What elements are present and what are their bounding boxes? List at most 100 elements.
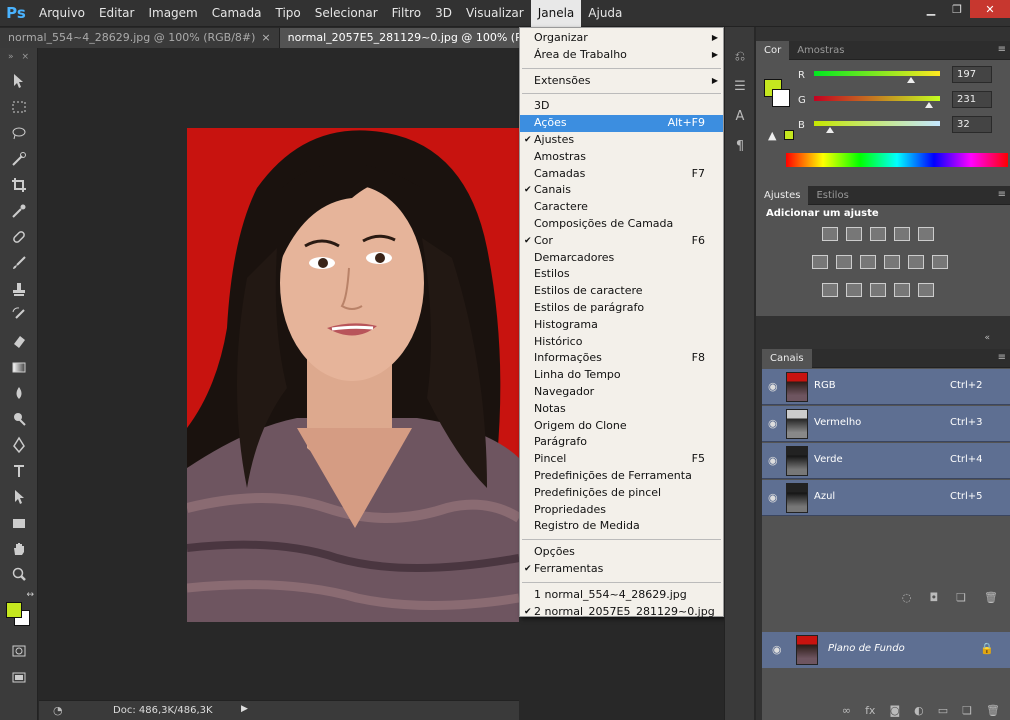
color-balance-icon[interactable]: [836, 255, 852, 269]
menu-item[interactable]: Camadas F7: [520, 166, 723, 183]
posterize-icon[interactable]: [846, 283, 862, 297]
menu-camada[interactable]: Camada: [205, 0, 269, 27]
load-selection-icon[interactable]: ◌: [902, 591, 912, 604]
gradient-map-icon[interactable]: [894, 283, 910, 297]
layer-style-icon[interactable]: fx: [865, 704, 875, 717]
tab-canais[interactable]: Canais: [762, 348, 812, 368]
curves-icon[interactable]: [870, 227, 886, 241]
menu-item[interactable]: Notas: [520, 401, 723, 418]
foreground-color-swatch[interactable]: [6, 602, 22, 618]
vibrance-icon[interactable]: [918, 227, 934, 241]
black-white-icon[interactable]: [860, 255, 876, 269]
menu-item[interactable]: Pincel F5: [520, 451, 723, 468]
menu-item[interactable]: Opções: [520, 544, 723, 561]
hand-tool-icon[interactable]: [0, 536, 38, 562]
invert-icon[interactable]: [822, 283, 838, 297]
quick-mask-icon[interactable]: [0, 638, 38, 664]
clone-stamp-tool-icon[interactable]: [0, 276, 38, 302]
slider-thumb[interactable]: [826, 127, 835, 133]
path-selection-tool-icon[interactable]: [0, 484, 38, 510]
menu-item[interactable]: Composições de Camada: [520, 216, 723, 233]
eyedropper-tool-icon[interactable]: [0, 198, 38, 224]
character-panel-icon[interactable]: A: [725, 101, 755, 131]
pen-tool-icon[interactable]: [0, 432, 38, 458]
visibility-eye-icon[interactable]: ◉: [768, 417, 778, 430]
slider-g[interactable]: G 231: [786, 91, 1010, 112]
menu-item[interactable]: Registro de Medida: [520, 518, 723, 535]
menu-visualizar[interactable]: Visualizar: [459, 0, 531, 27]
menu-imagem[interactable]: Imagem: [141, 0, 204, 27]
close-tab-icon[interactable]: ×: [261, 31, 270, 44]
menu-item[interactable]: Linha do Tempo: [520, 367, 723, 384]
blur-tool-icon[interactable]: [0, 380, 38, 406]
menu-item[interactable]: ✔ 2 normal_2057E5_281129~0.jpg: [520, 604, 723, 621]
layer-row-background[interactable]: ◉ Plano de Fundo 🔒: [762, 632, 1010, 668]
menu-ajuda[interactable]: Ajuda: [581, 0, 629, 27]
menu-item[interactable]: ✔ Cor F6: [520, 233, 723, 250]
minimize-icon[interactable]: ▁: [918, 0, 944, 18]
link-layers-icon[interactable]: ∞: [842, 704, 851, 717]
menu-item[interactable]: Ações Alt+F9: [520, 115, 723, 132]
menu-filtro[interactable]: Filtro: [385, 0, 428, 27]
menu-editar[interactable]: Editar: [92, 0, 142, 27]
collapse-icon[interactable]: »: [8, 52, 14, 64]
menu-item[interactable]: 1 normal_554~4_28629.jpg: [520, 587, 723, 604]
slider-b[interactable]: B 32: [786, 116, 1010, 137]
levels-icon[interactable]: [846, 227, 862, 241]
marquee-tool-icon[interactable]: [0, 94, 38, 120]
slider-thumb[interactable]: [907, 77, 916, 83]
tab-estilos[interactable]: Estilos: [808, 186, 856, 205]
menu-item[interactable]: Predefinições de pincel: [520, 485, 723, 502]
menu-3d[interactable]: 3D: [428, 0, 459, 27]
slider-r[interactable]: R 197: [786, 66, 1010, 87]
adjustment-layer-icon[interactable]: ◐: [914, 704, 924, 717]
slider-value-field[interactable]: 197: [952, 66, 992, 83]
menu-item[interactable]: Demarcadores: [520, 250, 723, 267]
channel-row-rgb[interactable]: ◉ RGB Ctrl+2: [762, 369, 1010, 405]
zoom-icon[interactable]: ◔: [53, 704, 63, 717]
zoom-tool-icon[interactable]: [0, 562, 38, 588]
menu-selecionar[interactable]: Selecionar: [308, 0, 385, 27]
maximize-icon[interactable]: ❐: [944, 0, 970, 18]
save-selection-icon[interactable]: ◘: [929, 591, 938, 604]
menu-item[interactable]: Estilos de caractere: [520, 283, 723, 300]
menu-item[interactable]: Predefinições de Ferramenta: [520, 468, 723, 485]
slider-thumb[interactable]: [924, 102, 933, 108]
visibility-eye-icon[interactable]: ◉: [772, 643, 782, 656]
doc-tab-1[interactable]: normal_554~4_28629.jpg @ 100% (RGB/8#) ×: [0, 28, 280, 48]
slider-track[interactable]: [814, 71, 940, 76]
menu-item[interactable]: 3D: [520, 98, 723, 115]
channel-mixer-icon[interactable]: [908, 255, 924, 269]
properties-panel-icon[interactable]: ☰: [725, 71, 755, 101]
channel-row-vermelho[interactable]: ◉ Vermelho Ctrl+3: [762, 406, 1010, 442]
menu-item[interactable]: ✔ Canais: [520, 182, 723, 199]
exposure-icon[interactable]: [894, 227, 910, 241]
slider-track[interactable]: [814, 96, 940, 101]
slider-value-field[interactable]: 32: [952, 116, 992, 133]
visibility-eye-icon[interactable]: ◉: [768, 380, 778, 393]
lock-icon[interactable]: 🔒: [980, 642, 994, 655]
lasso-tool-icon[interactable]: [0, 120, 38, 146]
menu-item[interactable]: Extensões ▶: [520, 73, 723, 90]
menu-item[interactable]: Histórico: [520, 334, 723, 351]
menu-janela[interactable]: Janela: [530, 0, 582, 27]
selective-color-icon[interactable]: [918, 283, 934, 297]
type-tool-icon[interactable]: [0, 458, 38, 484]
menu-item[interactable]: Área de Trabalho ▶: [520, 47, 723, 64]
menu-item[interactable]: Estilos de parágrafo: [520, 300, 723, 317]
color-lookup-icon[interactable]: [932, 255, 948, 269]
history-panel-icon[interactable]: ⎌: [725, 41, 755, 71]
menu-item[interactable]: ✔ Ferramentas: [520, 561, 723, 578]
gradient-tool-icon[interactable]: [0, 354, 38, 380]
rectangle-tool-icon[interactable]: [0, 510, 38, 536]
swap-colors-icon[interactable]: ↔: [0, 588, 38, 602]
panel-menu-icon[interactable]: ≡: [998, 352, 1006, 363]
channel-row-azul[interactable]: ◉ Azul Ctrl+5: [762, 480, 1010, 516]
status-menu-arrow-icon[interactable]: ▶: [241, 704, 248, 714]
menu-item[interactable]: Origem do Clone: [520, 418, 723, 435]
move-tool-icon[interactable]: [0, 68, 38, 94]
menu-item[interactable]: Parágrafo: [520, 434, 723, 451]
document-image[interactable]: [187, 128, 519, 622]
crop-tool-icon[interactable]: [0, 172, 38, 198]
new-layer-icon[interactable]: ❏: [962, 704, 972, 717]
